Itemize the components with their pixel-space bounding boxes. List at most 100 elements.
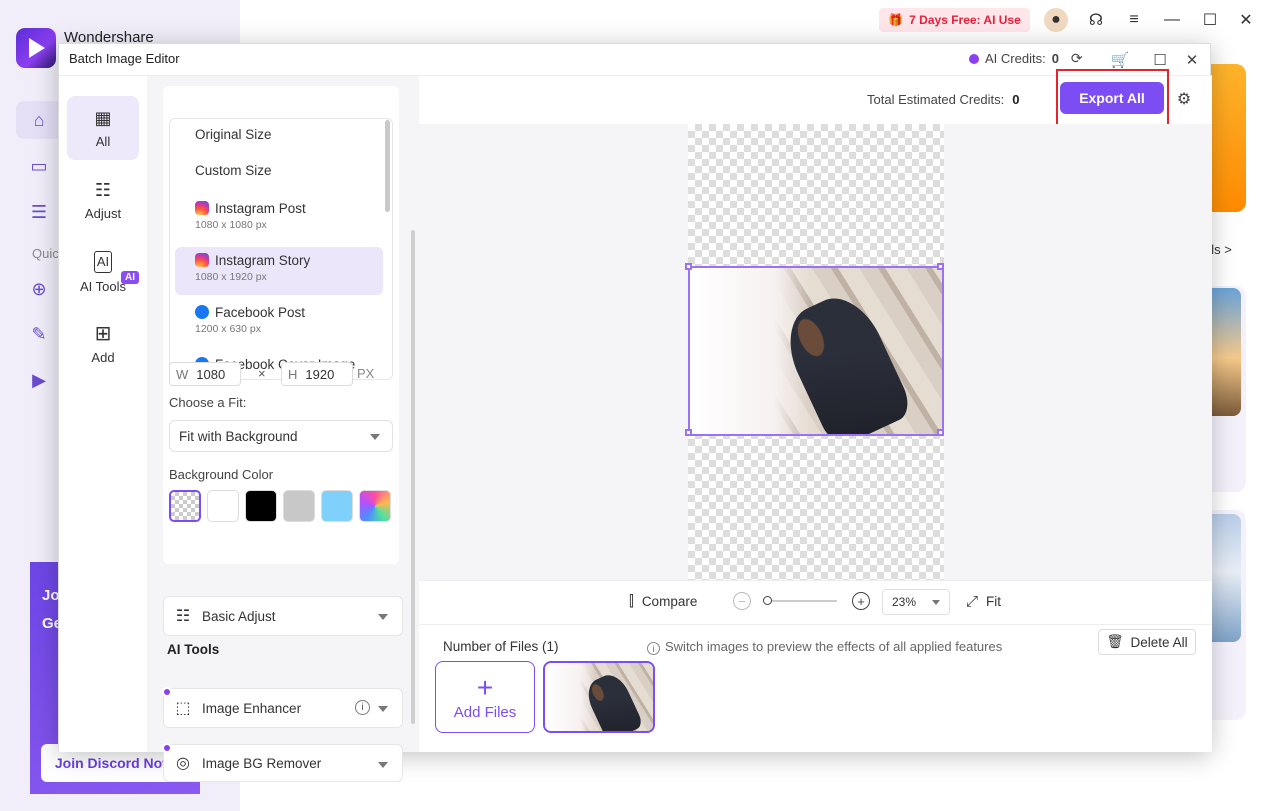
home-icon[interactable]: ⌂ bbox=[16, 101, 62, 139]
swatch-transparent[interactable] bbox=[169, 490, 201, 522]
headset-icon[interactable]: ☊ bbox=[1084, 8, 1108, 32]
swatch-custom-gradient[interactable] bbox=[359, 490, 391, 522]
instagram-icon bbox=[195, 253, 209, 267]
files-count: Number of Files (1) bbox=[443, 639, 559, 654]
rail-item-adjust[interactable]: ☷ Adjust bbox=[67, 168, 139, 232]
resize-handle[interactable] bbox=[937, 263, 944, 270]
preset-instagram-post[interactable]: Instagram Post 1080 x 1080 px bbox=[175, 195, 383, 243]
trial-badge-button[interactable]: 🎁 7 Days Free: AI Use bbox=[879, 8, 1030, 32]
zoom-slider[interactable] bbox=[765, 600, 837, 602]
quick-section-label: Quic bbox=[32, 246, 59, 261]
preset-list-scrollbar[interactable] bbox=[385, 120, 390, 212]
ai-pin-icon bbox=[162, 687, 172, 697]
dimension-separator: × bbox=[258, 366, 266, 381]
swatch-black[interactable] bbox=[245, 490, 277, 522]
apps-icon[interactable]: ⊕ bbox=[16, 270, 62, 308]
width-input[interactable]: W 1080 bbox=[169, 362, 241, 386]
add-files-button[interactable]: + Add Files bbox=[435, 661, 535, 733]
estimated-credits-label: Total Estimated Credits: bbox=[867, 92, 1005, 107]
bg-remover-icon: ◎ bbox=[176, 755, 190, 772]
instagram-icon bbox=[195, 201, 209, 215]
rail-label: Adjust bbox=[84, 205, 122, 221]
panel-scrollbar[interactable] bbox=[411, 230, 415, 724]
size-preset-list[interactable]: Original Size Custom Size Instagram Post… bbox=[169, 118, 393, 380]
files-hint-text: Switch images to preview the effects of … bbox=[665, 639, 1003, 654]
files-hint: i Switch images to preview the effects of… bbox=[647, 639, 1002, 655]
height-value: 1920 bbox=[305, 366, 335, 382]
preview-canvas bbox=[419, 124, 1212, 580]
settings-icon[interactable]: ⚙ bbox=[1173, 88, 1195, 110]
trial-badge-label: 7 Days Free: AI Use bbox=[909, 13, 1021, 27]
minimize-icon[interactable]: — bbox=[1160, 8, 1184, 32]
info-icon[interactable]: i bbox=[355, 700, 370, 715]
accordion-label: Image Enhancer bbox=[202, 700, 302, 716]
ai-credits: AI Credits: 0 ⟳ bbox=[969, 50, 1083, 67]
gift-icon: 🎁 bbox=[888, 13, 904, 27]
delete-all-button[interactable]: 🗑 Delete All bbox=[1098, 629, 1196, 655]
swatch-gray[interactable] bbox=[283, 490, 315, 522]
ai-pin-icon bbox=[162, 743, 172, 753]
dialog-title: Batch Image Editor bbox=[69, 51, 180, 66]
preset-custom-size[interactable]: Custom Size bbox=[175, 157, 383, 191]
avatar[interactable]: ● bbox=[1044, 8, 1068, 32]
edit-doc-icon[interactable]: ✎ bbox=[16, 315, 62, 353]
preset-dimensions: 1200 x 630 px bbox=[195, 323, 261, 335]
file-thumbnail[interactable] bbox=[543, 661, 655, 733]
preset-facebook-post[interactable]: Facebook Post 1200 x 630 px bbox=[175, 299, 383, 347]
document-icon[interactable]: ☰ bbox=[16, 193, 62, 231]
preset-label: Original Size bbox=[195, 127, 272, 142]
preset-original-size[interactable]: Original Size bbox=[175, 121, 383, 155]
unit-label: PX bbox=[357, 366, 375, 381]
image-enhancer-accordion[interactable]: ⬚ Image Enhancer i bbox=[162, 687, 403, 728]
swatch-light-blue[interactable] bbox=[321, 490, 353, 522]
preset-instagram-story[interactable]: Instagram Story 1080 x 1920 px bbox=[175, 247, 383, 295]
info-icon: i bbox=[647, 642, 660, 655]
preset-label: Instagram Story bbox=[215, 253, 311, 268]
sliders-icon: ☷ bbox=[94, 179, 112, 200]
height-input[interactable]: H 1920 bbox=[281, 362, 353, 386]
resize-handle[interactable] bbox=[937, 429, 944, 436]
ai-tools-heading: AI Tools bbox=[167, 642, 220, 657]
basic-adjust-accordion[interactable]: ☷ Basic Adjust bbox=[163, 596, 403, 636]
image-bg-remover-accordion[interactable]: ◎ Image BG Remover bbox=[162, 743, 403, 782]
app-logo-icon bbox=[16, 28, 56, 68]
ai-credits-value: 0 bbox=[1051, 51, 1059, 66]
close-icon[interactable]: ✕ bbox=[1179, 47, 1205, 73]
compare-icon: ⫿ bbox=[629, 593, 634, 610]
refresh-icon[interactable]: ⟳ bbox=[1071, 50, 1083, 67]
credits-icon bbox=[969, 53, 979, 64]
enhance-icon: ⬚ bbox=[175, 700, 191, 717]
menu-icon[interactable]: ≡ bbox=[1122, 8, 1146, 32]
export-all-button[interactable]: Export All bbox=[1060, 82, 1164, 114]
swatch-white[interactable] bbox=[207, 490, 239, 522]
ai-badge: AI bbox=[121, 271, 139, 284]
zoom-in-icon[interactable]: + bbox=[852, 592, 870, 610]
video-icon[interactable]: ▶ bbox=[16, 361, 62, 399]
width-label: W bbox=[176, 366, 189, 382]
zoom-slider-thumb[interactable] bbox=[763, 596, 772, 605]
compare-button[interactable]: ⫿ Compare bbox=[629, 593, 697, 610]
zoom-out-icon[interactable]: − bbox=[733, 592, 751, 610]
resize-handle[interactable] bbox=[685, 429, 692, 436]
preview-image[interactable] bbox=[688, 266, 944, 436]
trash-icon: 🗑 bbox=[1106, 634, 1124, 649]
chevron-down-icon bbox=[378, 614, 388, 620]
chevron-down-icon bbox=[378, 762, 388, 768]
fit-dropdown[interactable]: Fit with Background bbox=[169, 420, 393, 452]
maximize-icon[interactable]: ☐ bbox=[1198, 8, 1222, 32]
fit-button[interactable]: ⤢ Fit bbox=[966, 593, 1001, 610]
rail-label: Add bbox=[91, 349, 115, 365]
background-color-label: Background Color bbox=[169, 467, 274, 482]
rail-item-add[interactable]: ⊞ Add bbox=[67, 312, 139, 376]
chevron-down-icon bbox=[932, 600, 940, 605]
toolbox-icon[interactable]: ▭ bbox=[16, 147, 62, 185]
preset-label: Custom Size bbox=[195, 163, 272, 178]
rail-item-all[interactable]: ▦ All bbox=[67, 96, 139, 160]
resize-handle[interactable] bbox=[685, 263, 692, 270]
zoom-level-dropdown[interactable]: 23% bbox=[882, 589, 950, 615]
preset-label: Facebook Post bbox=[215, 305, 306, 320]
fit-icon: ⤢ bbox=[966, 593, 979, 610]
close-icon[interactable]: ✕ bbox=[1234, 8, 1258, 32]
fit-value: Fit with Background bbox=[179, 428, 298, 444]
ai-icon: AI bbox=[93, 250, 113, 273]
